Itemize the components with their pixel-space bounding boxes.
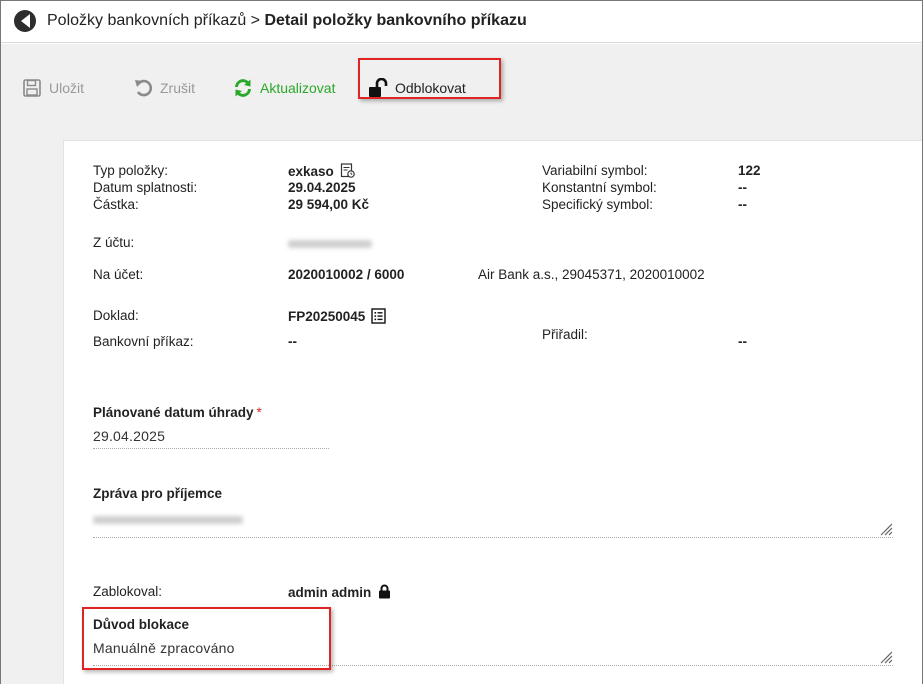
list-document-icon[interactable] bbox=[371, 308, 386, 324]
unlock-highlight-frame bbox=[358, 58, 501, 99]
typ-label: Typ položky: bbox=[93, 163, 169, 178]
z-uctu-label: Z účtu: bbox=[93, 235, 135, 250]
vs-label: Variabilní symbol: bbox=[542, 163, 648, 178]
ks-value: -- bbox=[738, 180, 747, 195]
save-label: Uložit bbox=[49, 80, 85, 96]
ss-label: Specifický symbol: bbox=[542, 197, 654, 212]
planned-date-input[interactable]: 29.04.2025 bbox=[93, 428, 165, 444]
planned-date-label-text: Plánované datum úhrady bbox=[93, 405, 254, 420]
refresh-button[interactable]: Aktualizovat bbox=[233, 77, 335, 99]
detail-panel: Typ položky: exkaso Datum splatnosti: 29… bbox=[63, 140, 922, 684]
required-marker: * bbox=[256, 405, 262, 420]
message-textarea[interactable] bbox=[93, 506, 893, 540]
typ-value-text: exkaso bbox=[288, 164, 334, 179]
resize-handle-icon[interactable] bbox=[879, 522, 893, 536]
message-label: Zpráva pro příjemce bbox=[93, 486, 223, 501]
na-ucet-info: Air Bank a.s., 29045371, 2020010002 bbox=[478, 267, 705, 282]
refresh-icon bbox=[233, 78, 253, 98]
z-uctu-value-redacted bbox=[288, 240, 372, 248]
logo-icon[interactable] bbox=[14, 10, 36, 32]
doklad-value-text[interactable]: FP20250045 bbox=[288, 309, 365, 324]
doklad-label: Doklad: bbox=[93, 308, 139, 323]
ss-value: -- bbox=[738, 197, 747, 212]
breadcrumb: Položky bankovních příkazů > Detail polo… bbox=[47, 12, 527, 30]
resize-handle-icon[interactable] bbox=[879, 650, 893, 664]
lock-icon bbox=[379, 584, 391, 599]
planned-date-label: Plánované datum úhrady * bbox=[93, 405, 262, 420]
save-icon bbox=[22, 78, 42, 98]
datum-value: 29.04.2025 bbox=[288, 180, 356, 195]
breadcrumb-current: Detail položky bankovního příkazu bbox=[264, 12, 527, 29]
undo-icon bbox=[133, 78, 153, 98]
message-underline bbox=[93, 537, 893, 538]
priradil-label: Přiřadil: bbox=[542, 327, 588, 342]
castka-label: Částka: bbox=[93, 197, 139, 212]
na-ucet-label: Na účet: bbox=[93, 267, 144, 282]
na-ucet-value: 2020010002 / 6000 bbox=[288, 267, 405, 282]
cancel-label: Zrušit bbox=[160, 80, 195, 96]
refresh-label: Aktualizovat bbox=[260, 80, 336, 96]
block-reason-highlight-frame bbox=[82, 607, 331, 670]
cancel-button[interactable]: Zrušit bbox=[133, 77, 195, 99]
priradil-value: -- bbox=[738, 334, 747, 349]
breadcrumb-separator: > bbox=[250, 12, 261, 29]
prikaz-value: -- bbox=[288, 334, 297, 349]
content-area: Typ položky: exkaso Datum splatnosti: 29… bbox=[1, 122, 922, 684]
ks-label: Konstantní symbol: bbox=[542, 180, 657, 195]
message-value-redacted bbox=[93, 516, 243, 524]
save-button[interactable]: Uložit bbox=[22, 77, 84, 99]
planned-date-underline bbox=[93, 448, 329, 449]
blocked-by-value-text: admin admin bbox=[288, 585, 372, 600]
doklad-value[interactable]: FP20250045 bbox=[288, 308, 386, 324]
document-icon[interactable] bbox=[340, 163, 355, 178]
title-bar: Položky bankovních příkazů > Detail polo… bbox=[1, 1, 922, 43]
blocked-by-label: Zablokoval: bbox=[93, 584, 163, 599]
datum-label: Datum splatnosti: bbox=[93, 180, 198, 195]
castka-value: 29 594,00 Kč bbox=[288, 197, 370, 212]
toolbar: Uložit Zrušit Aktualizovat Odblokovat bbox=[1, 44, 922, 122]
prikaz-label: Bankovní příkaz: bbox=[93, 334, 194, 349]
typ-value: exkaso bbox=[288, 163, 355, 179]
breadcrumb-parent-link[interactable]: Položky bankovních příkazů bbox=[47, 12, 246, 29]
vs-value: 122 bbox=[738, 163, 761, 178]
blocked-by-value: admin admin bbox=[288, 584, 391, 600]
